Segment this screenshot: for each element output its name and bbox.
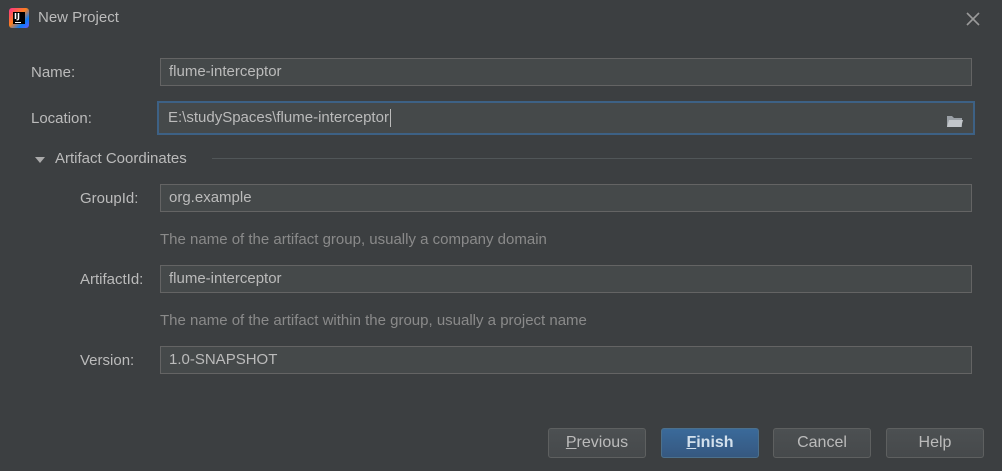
- group-id-label: GroupId:: [80, 190, 139, 207]
- browse-folder-icon[interactable]: [946, 110, 964, 127]
- window-title: New Project: [38, 9, 119, 26]
- artifact-id-label: ArtifactId:: [80, 271, 144, 288]
- name-label: Name:: [31, 64, 76, 81]
- name-value: flume-interceptor: [169, 63, 282, 80]
- intellij-idea-icon: IJ: [9, 8, 29, 28]
- name-field[interactable]: flume-interceptor: [160, 58, 972, 86]
- group-id-hint: The name of the artifact group, usually …: [160, 231, 547, 248]
- location-value: E:\studySpaces\flume-interceptor: [168, 109, 389, 126]
- title-bar: IJ New Project: [0, 0, 1002, 38]
- previous-button[interactable]: Previous: [548, 428, 646, 458]
- version-value: 1.0-SNAPSHOT: [169, 351, 278, 368]
- finish-button[interactable]: Finish: [661, 428, 759, 458]
- close-icon[interactable]: [962, 8, 984, 30]
- previous-mnemonic: P: [565, 434, 577, 451]
- help-button[interactable]: Help: [886, 428, 984, 458]
- finish-mnemonic: F: [686, 434, 697, 451]
- collapse-triangle-icon[interactable]: [34, 153, 46, 165]
- previous-label-rest: revious: [576, 434, 629, 451]
- finish-label-rest: inish: [696, 434, 734, 451]
- artifact-id-field[interactable]: flume-interceptor: [160, 265, 972, 293]
- location-label: Location:: [31, 110, 92, 127]
- text-caret: [389, 109, 391, 128]
- version-label: Version:: [80, 352, 135, 369]
- section-divider: [212, 158, 972, 159]
- section-artifact-coordinates[interactable]: Artifact Coordinates: [55, 150, 187, 167]
- artifact-id-value: flume-interceptor: [169, 270, 282, 287]
- location-field[interactable]: E:\studySpaces\flume-interceptor: [157, 101, 975, 135]
- artifact-id-hint: The name of the artifact within the grou…: [160, 312, 587, 329]
- group-id-value: org.example: [169, 189, 252, 206]
- group-id-field[interactable]: org.example: [160, 184, 972, 212]
- version-field[interactable]: 1.0-SNAPSHOT: [160, 346, 972, 374]
- cancel-button[interactable]: Cancel: [773, 428, 871, 458]
